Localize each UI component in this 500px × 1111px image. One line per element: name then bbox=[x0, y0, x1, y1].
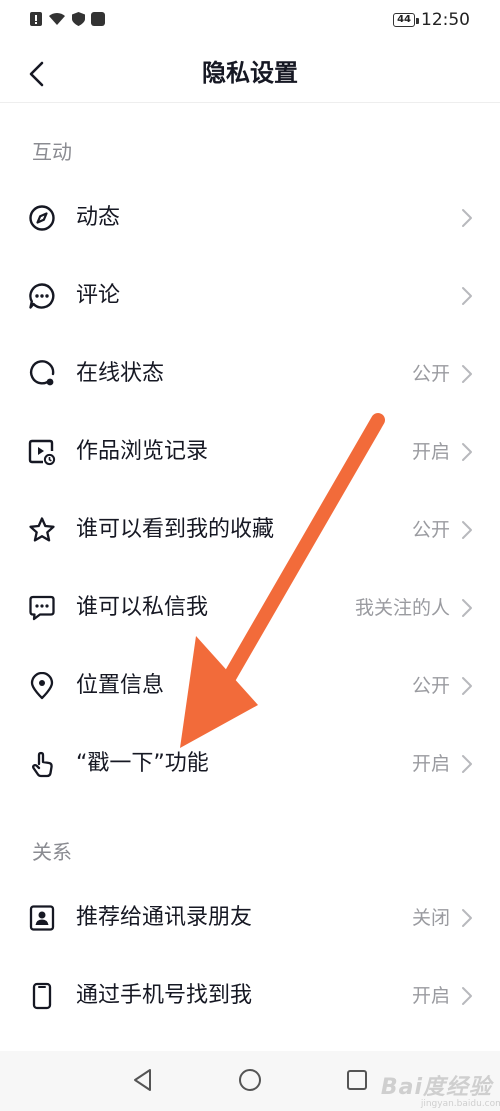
row-value: 关闭 bbox=[411, 907, 450, 929]
nav-recents-icon[interactable] bbox=[343, 1066, 371, 1094]
chevron-right-icon bbox=[462, 677, 472, 695]
back-arrow-icon[interactable] bbox=[22, 58, 54, 90]
compass-icon bbox=[29, 205, 55, 231]
status-right: 44 12:50 bbox=[393, 10, 470, 30]
settings-row-recommend-contacts[interactable]: 推荐给通讯录朋友 关闭 bbox=[0, 879, 500, 957]
row-value: 开启 bbox=[411, 441, 450, 463]
baidu-jingyan-watermark: Bai度经验 jingyan.baidu.com bbox=[380, 1069, 500, 1109]
poke-hand-icon bbox=[32, 751, 53, 778]
row-label: 位置信息 bbox=[76, 673, 165, 698]
chevron-right-icon bbox=[462, 987, 472, 1005]
settings-row-comments[interactable]: 评论 bbox=[0, 257, 500, 335]
online-status-icon bbox=[29, 360, 55, 386]
watermark-text: Bai度经验 bbox=[380, 1075, 492, 1100]
row-label: 动态 bbox=[76, 205, 121, 230]
location-icon bbox=[30, 672, 54, 700]
section-title-relationship: 关系 bbox=[32, 840, 72, 864]
row-label: 通过手机号找到我 bbox=[76, 983, 253, 1008]
chevron-right-icon bbox=[462, 909, 472, 927]
contact-card-icon bbox=[29, 905, 55, 931]
row-value: 公开 bbox=[411, 675, 450, 697]
settings-row-location[interactable]: 位置信息 公开 bbox=[0, 647, 500, 725]
row-label: 谁可以私信我 bbox=[76, 595, 209, 620]
app-notification-icon bbox=[91, 12, 105, 26]
settings-row-view-history[interactable]: 作品浏览记录 开启 bbox=[0, 413, 500, 491]
battery-icon: 44 bbox=[393, 13, 419, 27]
wifi-icon bbox=[49, 12, 65, 25]
row-label: 在线状态 bbox=[76, 361, 165, 386]
settings-row-online-status[interactable]: 在线状态 公开 bbox=[0, 335, 500, 413]
chevron-right-icon bbox=[462, 599, 472, 617]
alert-icon bbox=[30, 12, 42, 26]
nav-home-icon[interactable] bbox=[236, 1066, 264, 1094]
row-value: 公开 bbox=[411, 363, 450, 385]
star-icon bbox=[29, 517, 55, 542]
row-label: 评论 bbox=[76, 283, 121, 308]
row-value: 开启 bbox=[411, 985, 450, 1007]
row-label: 推荐给通讯录朋友 bbox=[76, 905, 253, 930]
row-value: 公开 bbox=[411, 519, 450, 541]
clock: 12:50 bbox=[421, 10, 470, 30]
status-bar: 44 12:50 bbox=[0, 0, 500, 44]
chevron-right-icon bbox=[462, 365, 472, 383]
system-nav-bar: Bai度经验 jingyan.baidu.com bbox=[0, 1051, 500, 1111]
row-label: “戳一下”功能 bbox=[76, 751, 209, 776]
chevron-right-icon bbox=[462, 287, 472, 305]
settings-row-poke[interactable]: “戳一下”功能 开启 bbox=[0, 725, 500, 803]
video-history-icon bbox=[28, 439, 56, 466]
row-label: 谁可以看到我的收藏 bbox=[76, 517, 275, 542]
comment-icon bbox=[29, 283, 55, 309]
row-value: 开启 bbox=[411, 753, 450, 775]
watermark-sub: jingyan.baidu.com bbox=[420, 1099, 500, 1109]
settings-row-direct-message[interactable]: 谁可以私信我 我关注的人 bbox=[0, 569, 500, 647]
shield-icon bbox=[72, 12, 85, 26]
settings-row-dynamics[interactable]: 动态 bbox=[0, 179, 500, 257]
section-title-interaction: 互动 bbox=[32, 140, 72, 164]
header: 隐私设置 bbox=[0, 44, 500, 103]
phone-icon bbox=[32, 982, 52, 1010]
chevron-right-icon bbox=[462, 521, 472, 539]
settings-row-favorites-visibility[interactable]: 谁可以看到我的收藏 公开 bbox=[0, 491, 500, 569]
chevron-right-icon bbox=[462, 755, 472, 773]
chevron-right-icon bbox=[462, 209, 472, 227]
chevron-right-icon bbox=[462, 443, 472, 461]
message-icon bbox=[29, 595, 55, 621]
page-title: 隐私设置 bbox=[202, 59, 298, 87]
nav-back-icon[interactable] bbox=[129, 1066, 157, 1094]
status-icons bbox=[30, 12, 105, 26]
row-value: 我关注的人 bbox=[354, 597, 450, 619]
settings-row-find-by-phone[interactable]: 通过手机号找到我 开启 bbox=[0, 957, 500, 1035]
row-label: 作品浏览记录 bbox=[76, 439, 209, 464]
